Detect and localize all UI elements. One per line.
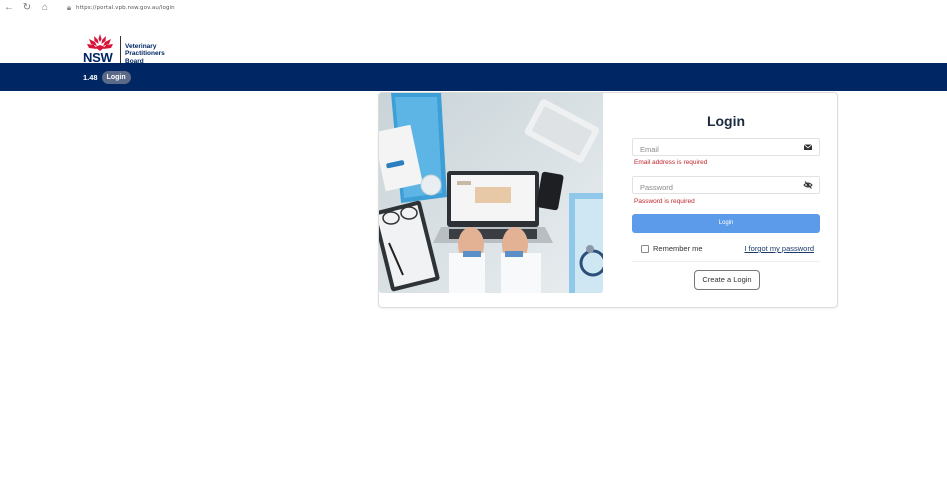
create-login-button[interactable]: Create a Login (694, 270, 760, 290)
lock-icon[interactable]: 🔒︎ (62, 3, 76, 13)
waratah-icon (87, 34, 113, 51)
hero-image (379, 93, 603, 293)
eye-slash-icon[interactable] (803, 180, 813, 190)
email-field-wrapper (632, 138, 820, 158)
browser-toolbar: ← ↻ ⌂ 🔒︎ https://portal.vpb.nsw.gov.au/l… (0, 0, 947, 16)
remember-me-label[interactable]: Remember me (653, 244, 703, 253)
email-field[interactable] (633, 141, 793, 158)
address-bar[interactable]: https://portal.vpb.nsw.gov.au/login (76, 5, 175, 11)
login-button[interactable]: Login (632, 214, 820, 233)
org-name-line: Practitioners (125, 50, 165, 58)
login-form: Login Email address is required Password… (632, 93, 820, 307)
site-header: NSW GOVERNMENT Veterinary Practitioners … (0, 16, 947, 73)
home-icon[interactable]: ⌂ (36, 0, 54, 16)
remember-row: Remember me I forgot my password (632, 238, 820, 262)
main-navbar: 1.48 Login (0, 63, 947, 91)
login-title: Login (706, 113, 746, 129)
password-field[interactable] (633, 179, 793, 196)
remember-me-checkbox[interactable] (641, 245, 649, 253)
org-name: Veterinary Practitioners Board (125, 43, 165, 66)
password-field-wrapper (632, 176, 820, 196)
login-card: Login Email address is required Password… (378, 92, 838, 308)
org-name-line: Veterinary (125, 42, 157, 50)
envelope-icon (803, 144, 813, 150)
forgot-password-link[interactable]: I forgot my password (744, 244, 814, 253)
back-icon[interactable]: ← (0, 0, 18, 16)
version-label: 1.48 (83, 72, 98, 82)
reload-icon[interactable]: ↻ (18, 0, 36, 16)
email-error: Email address is required (634, 159, 708, 166)
desk-photo (379, 93, 603, 293)
nav-item-login[interactable]: Login (101, 70, 131, 84)
password-error: Password is required (634, 198, 695, 205)
